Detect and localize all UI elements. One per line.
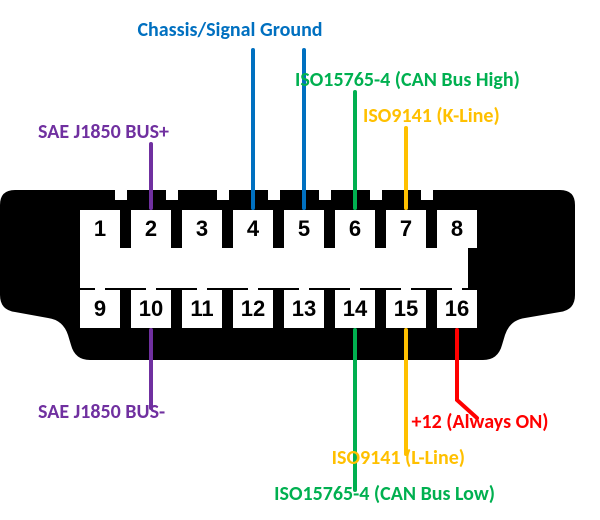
- pin-number: 16: [445, 296, 469, 321]
- pin-number: 7: [400, 216, 412, 241]
- label-can-low: ISO15765-4 (CAN Bus Low): [274, 482, 495, 506]
- label-can-high: ISO15765-4 (CAN Bus High): [295, 68, 520, 92]
- pin-number: 10: [139, 296, 163, 321]
- pin-number: 5: [298, 216, 310, 241]
- label-l-line: ISO9141 (L-Line): [332, 446, 465, 470]
- pin-number: 15: [394, 296, 418, 321]
- pin-number: 2: [145, 216, 157, 241]
- pin-number: 4: [247, 216, 260, 241]
- label-bus-minus: SAE J1850 BUS-: [38, 400, 165, 424]
- pin-number: 6: [349, 216, 361, 241]
- obd2-pinout-diagram: 12345678 910111213141516 Chassis/Signal …: [0, 0, 600, 520]
- label-k-line: ISO9141 (K-Line): [363, 104, 500, 128]
- pin-number: 13: [292, 296, 316, 321]
- pin-number: 14: [343, 296, 368, 321]
- label-power: +12 (Always ON): [412, 410, 549, 434]
- pin-number: 3: [196, 216, 208, 241]
- label-chassis-ground: Chassis/Signal Ground: [137, 18, 322, 42]
- pin-number: 9: [94, 296, 106, 321]
- pin-number: 12: [241, 296, 265, 321]
- label-bus-plus: SAE J1850 BUS+: [38, 120, 169, 144]
- pin-number: 8: [451, 216, 463, 241]
- pin-number: 1: [94, 216, 106, 241]
- pin-number: 11: [190, 296, 213, 321]
